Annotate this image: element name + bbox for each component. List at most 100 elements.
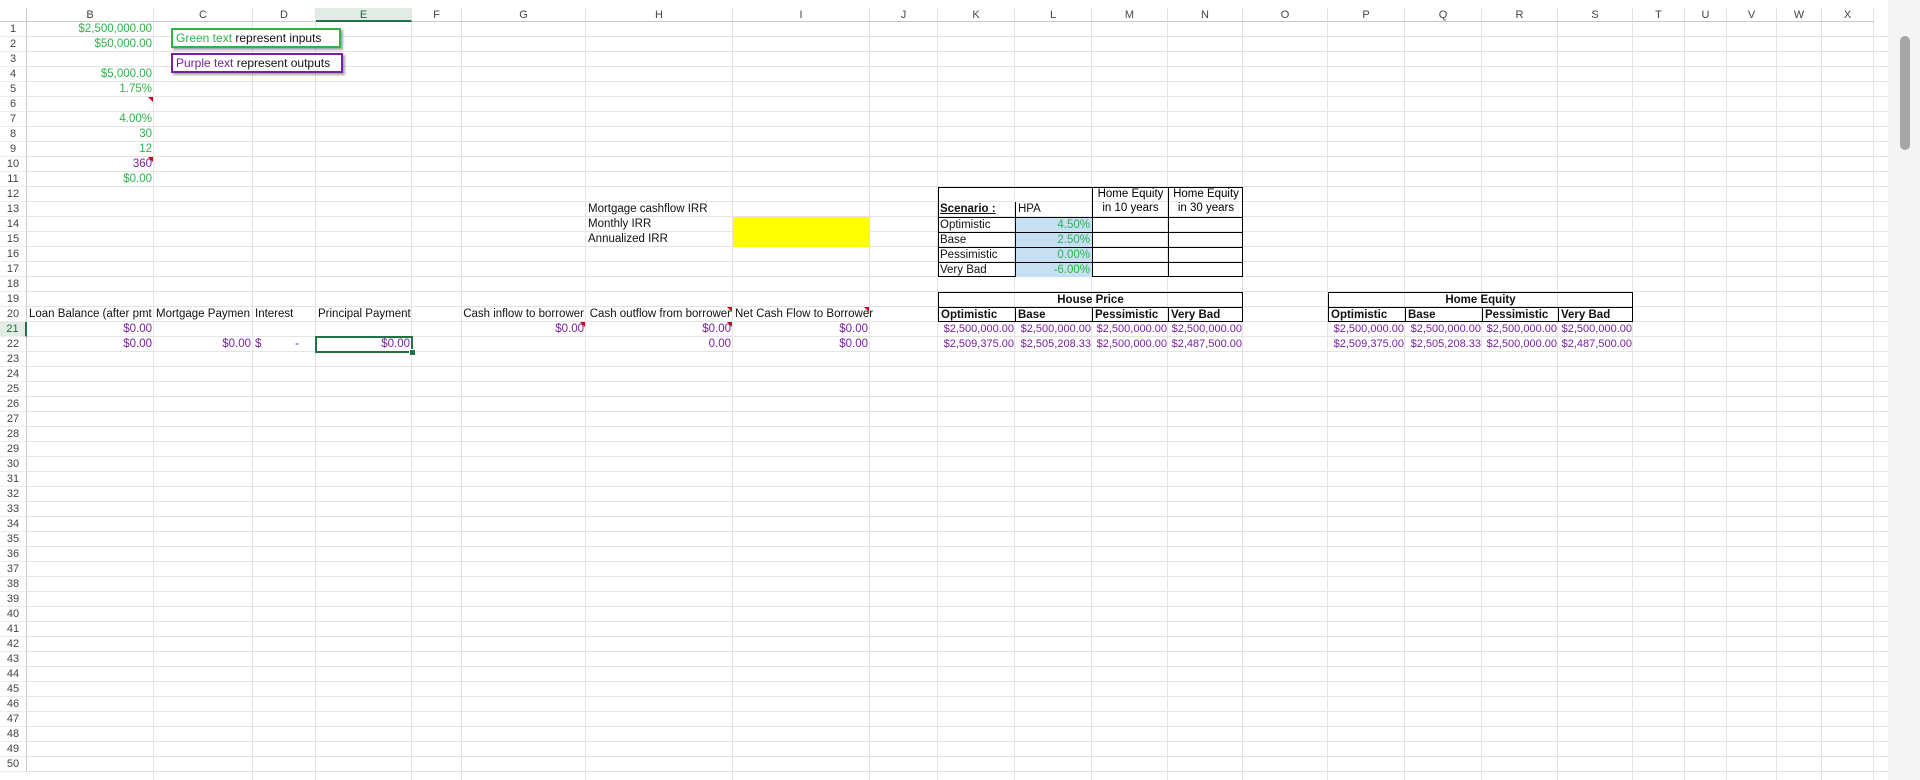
row-header-36[interactable]: 36 bbox=[0, 547, 27, 562]
row-header-25[interactable]: 25 bbox=[0, 382, 27, 397]
home-equity-value[interactable]: $2,509,375.00 bbox=[1328, 337, 1405, 352]
house-price-header[interactable]: Base bbox=[1015, 307, 1092, 322]
home-equity-title[interactable]: Home Equity bbox=[1328, 292, 1633, 307]
hpa-header[interactable]: HPA bbox=[1015, 202, 1092, 217]
row-header-38[interactable]: 38 bbox=[0, 577, 27, 592]
column-header-q[interactable]: Q bbox=[1405, 8, 1482, 22]
row-header-5[interactable]: 5 bbox=[0, 82, 27, 97]
scenario-equity-10y-value[interactable] bbox=[1092, 232, 1168, 247]
scenario-equity-10y-value[interactable] bbox=[1092, 262, 1168, 277]
column-header-c[interactable]: C bbox=[154, 8, 253, 22]
row-header-27[interactable]: 27 bbox=[0, 412, 27, 427]
row-header-12[interactable]: 12 bbox=[0, 187, 27, 202]
column-header-v[interactable]: V bbox=[1727, 8, 1777, 22]
cell-b9[interactable]: 12 bbox=[27, 142, 154, 157]
cell-h20[interactable]: $0.00 bbox=[586, 322, 733, 337]
cell-b11[interactable]: $0.00 bbox=[27, 172, 154, 187]
comment-indicator[interactable] bbox=[864, 307, 869, 312]
scenario-equity-30y-value[interactable] bbox=[1168, 262, 1243, 277]
cell-b2[interactable]: $50,000.00 bbox=[27, 37, 154, 52]
scenario-equity-30y-value[interactable] bbox=[1168, 217, 1243, 232]
row-header-26[interactable]: 26 bbox=[0, 397, 27, 412]
comment-indicator[interactable] bbox=[148, 97, 153, 102]
column-header-d[interactable]: D bbox=[253, 8, 316, 22]
row-header-17[interactable]: 17 bbox=[0, 262, 27, 277]
header-loan-balance[interactable]: Loan Balance (after pmt bbox=[27, 307, 154, 322]
column-header-f[interactable]: F bbox=[412, 8, 462, 22]
select-all-corner[interactable] bbox=[0, 8, 27, 22]
row-header-15[interactable]: 15 bbox=[0, 232, 27, 247]
row-header-46[interactable]: 46 bbox=[0, 697, 27, 712]
column-header-h[interactable]: H bbox=[586, 8, 733, 22]
home-equity-header[interactable]: Very Bad bbox=[1558, 307, 1633, 322]
row-header-22[interactable]: 22 bbox=[0, 337, 27, 352]
cell-c21[interactable]: $0.00 bbox=[154, 337, 253, 352]
scenario-equity-30y-value[interactable] bbox=[1168, 247, 1243, 262]
row-header-49[interactable]: 49 bbox=[0, 742, 27, 757]
cell-h21[interactable]: 0.00 bbox=[586, 337, 733, 352]
cell-b1[interactable]: $2,500,000.00 bbox=[27, 22, 154, 37]
home-equity-value[interactable]: $2,500,000.00 bbox=[1558, 322, 1633, 337]
row-header-48[interactable]: 48 bbox=[0, 727, 27, 742]
irr-value-cells[interactable] bbox=[733, 217, 870, 247]
scenario-equity-30y-value[interactable] bbox=[1168, 232, 1243, 247]
scenario-name[interactable]: Base bbox=[938, 232, 1015, 247]
scenario-name[interactable]: Optimistic bbox=[938, 217, 1015, 232]
spreadsheet-grid[interactable]: BCDEFGHIJKLMNOPQRSTUVWX 1 2 3 4 5 6 7 8 9 10 11 12 1… bbox=[0, 0, 1888, 780]
legend-inputs[interactable]: Green text represent inputs bbox=[171, 28, 341, 48]
scenario-equity-10y-value[interactable] bbox=[1092, 247, 1168, 262]
column-header-b[interactable]: B bbox=[27, 8, 154, 22]
row-header-7[interactable]: 7 bbox=[0, 112, 27, 127]
cell-b5[interactable]: 1.75% bbox=[27, 82, 154, 97]
row-header-23[interactable]: 23 bbox=[0, 352, 27, 367]
row-header-9[interactable]: 9 bbox=[0, 142, 27, 157]
row-header-34[interactable]: 34 bbox=[0, 517, 27, 532]
cell-i21[interactable]: $0.00 bbox=[733, 337, 870, 352]
row-header-8[interactable]: 8 bbox=[0, 127, 27, 142]
row-header-16[interactable]: 16 bbox=[0, 247, 27, 262]
row-header-31[interactable]: 31 bbox=[0, 472, 27, 487]
row-header-28[interactable]: 28 bbox=[0, 427, 27, 442]
row-header-3[interactable]: 3 bbox=[0, 52, 27, 67]
comment-indicator[interactable] bbox=[727, 307, 732, 312]
column-header-t[interactable]: T bbox=[1633, 8, 1685, 22]
home-equity-header[interactable]: Pessimistic bbox=[1482, 307, 1558, 322]
house-price-value[interactable]: $2,500,000.00 bbox=[1092, 322, 1168, 337]
row-header-40[interactable]: 40 bbox=[0, 607, 27, 622]
vertical-scrollbar-thumb[interactable] bbox=[1900, 36, 1910, 150]
scenario-header[interactable]: Scenario : bbox=[938, 202, 1015, 217]
row-header-19[interactable]: 19 bbox=[0, 292, 27, 307]
irr-annualized-label[interactable]: Annualized IRR bbox=[586, 232, 734, 247]
column-header-r[interactable]: R bbox=[1482, 8, 1558, 22]
row-header-21[interactable]: 21 bbox=[0, 322, 27, 337]
column-header-g[interactable]: G bbox=[462, 8, 586, 22]
row-header-44[interactable]: 44 bbox=[0, 667, 27, 682]
house-price-value[interactable]: $2,500,000.00 bbox=[1015, 322, 1092, 337]
scenario-name[interactable]: Very Bad bbox=[938, 262, 1015, 277]
scenario-hpa[interactable]: 2.50% bbox=[1015, 232, 1092, 247]
house-price-title[interactable]: House Price bbox=[938, 292, 1243, 307]
active-cell-selection[interactable] bbox=[315, 336, 413, 353]
cell-b4[interactable]: $5,000.00 bbox=[27, 67, 154, 82]
header-mortgage-payment[interactable]: Mortgage Paymen bbox=[154, 307, 253, 322]
header-principal-payment[interactable]: Principal Payment bbox=[316, 307, 412, 322]
row-header-50[interactable]: 50 bbox=[0, 757, 27, 772]
equity-10y-header[interactable]: Home Equity in 10 years bbox=[1092, 187, 1168, 217]
row-header-42[interactable]: 42 bbox=[0, 637, 27, 652]
row-header-47[interactable]: 47 bbox=[0, 712, 27, 727]
row-header-30[interactable]: 30 bbox=[0, 457, 27, 472]
house-price-value[interactable]: $2,487,500.00 bbox=[1168, 337, 1243, 352]
fill-handle[interactable] bbox=[409, 349, 416, 356]
row-header-2[interactable]: 2 bbox=[0, 37, 27, 52]
row-header-35[interactable]: 35 bbox=[0, 532, 27, 547]
row-header-33[interactable]: 33 bbox=[0, 502, 27, 517]
house-price-value[interactable]: $2,500,000.00 bbox=[938, 322, 1015, 337]
row-header-4[interactable]: 4 bbox=[0, 67, 27, 82]
row-header-13[interactable]: 13 bbox=[0, 202, 27, 217]
column-header-m[interactable]: M bbox=[1092, 8, 1168, 22]
house-price-value[interactable]: $2,500,000.00 bbox=[1092, 337, 1168, 352]
scenario-hpa[interactable]: 4.50% bbox=[1015, 217, 1092, 232]
comment-indicator[interactable] bbox=[148, 157, 153, 162]
cell-b21[interactable]: $0.00 bbox=[27, 337, 154, 352]
column-header-i[interactable]: I bbox=[733, 8, 870, 22]
